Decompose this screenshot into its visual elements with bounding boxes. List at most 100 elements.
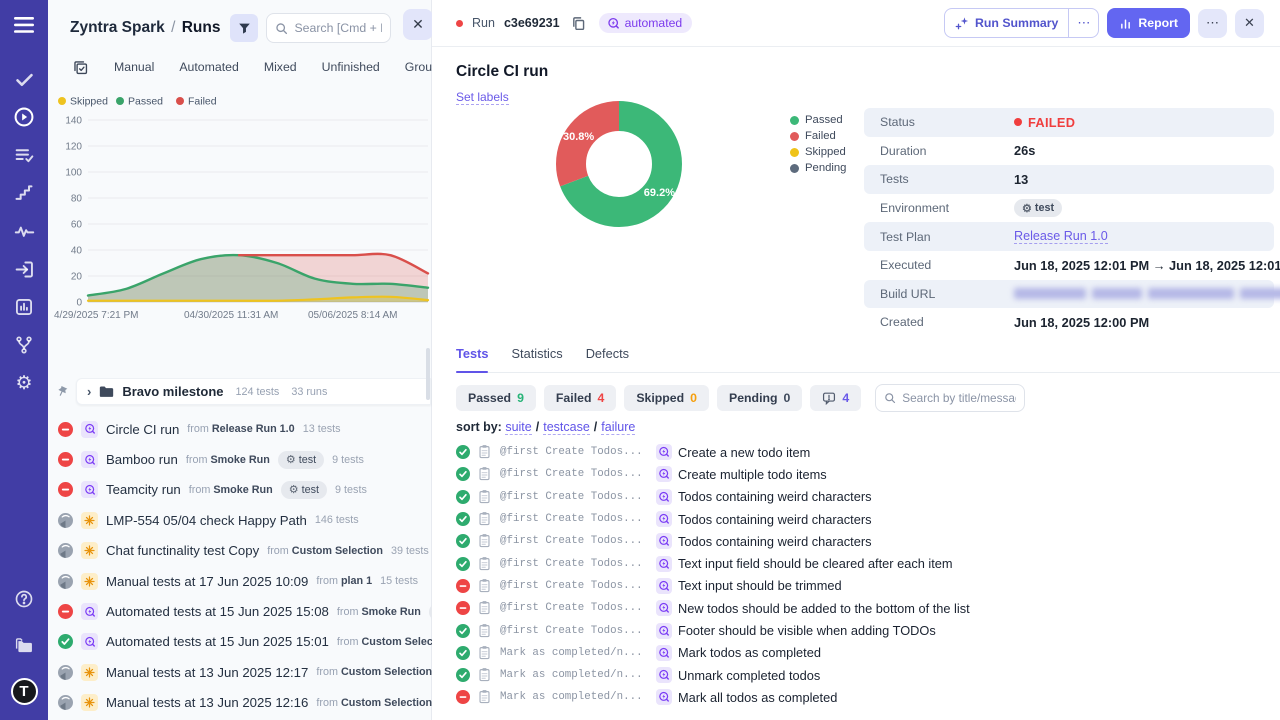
- automated-test-icon: [656, 466, 672, 482]
- legend-item-pending[interactable]: Pending: [790, 160, 846, 176]
- legend-item-skipped[interactable]: Skipped: [790, 144, 846, 160]
- app-logo[interactable]: T: [0, 672, 48, 710]
- all-runs-icon[interactable]: [72, 59, 89, 76]
- tab-tests[interactable]: Tests: [456, 346, 488, 372]
- test-row[interactable]: @first Create Todos...Text input field s…: [456, 552, 1270, 574]
- tasks-check-icon[interactable]: [0, 60, 48, 98]
- settings-gear-icon[interactable]: ⚙: [0, 364, 48, 402]
- run-list-item[interactable]: Manual tests at 13 Jun 2025 12:17from Cu…: [48, 657, 431, 687]
- test-suite: Mark as completed/n...: [500, 691, 646, 703]
- breadcrumb-project[interactable]: Zyntra Spark: [70, 19, 165, 36]
- test-row[interactable]: @first Create Todos...New todos should b…: [456, 597, 1270, 619]
- test-row[interactable]: Mark as completed/n...Mark todos as comp…: [456, 642, 1270, 664]
- test-row[interactable]: @first Create Todos...Footer should be v…: [456, 619, 1270, 641]
- run-list-item[interactable]: Manual tests at 17 Jun 2025 10:09from pl…: [48, 566, 431, 596]
- filter-chip-passed[interactable]: Passed9: [456, 385, 536, 411]
- milestone-name: Bravo milestone: [122, 384, 223, 399]
- gear-icon: ⚙: [286, 453, 296, 466]
- test-title: Todos containing weird characters: [678, 489, 871, 504]
- runs-filter-tab-unfinished[interactable]: Unfinished: [322, 60, 380, 74]
- run-source: from Custom Selection: [316, 697, 432, 709]
- filter-chip-pending[interactable]: Pending0: [717, 385, 802, 411]
- sort-by-label: sort by:: [456, 420, 502, 434]
- automated-run-icon: [81, 481, 98, 498]
- test-title: Text input field should be cleared after…: [678, 556, 953, 571]
- run-list-item[interactable]: Automated tests at 15 Jun 2025 15:01from…: [48, 627, 431, 657]
- tests-search-input[interactable]: [902, 391, 1016, 405]
- detail-label: Status: [864, 115, 1014, 129]
- sort-option-suite[interactable]: suite: [505, 420, 531, 435]
- run-list-item[interactable]: Bamboo runfrom Smoke Run⚙test9 tests: [48, 444, 431, 474]
- milestone-card[interactable]: › Bravo milestone 124 tests 33 runs: [76, 378, 431, 405]
- tab-defects[interactable]: Defects: [586, 346, 629, 372]
- sort-option-failure[interactable]: failure: [601, 420, 635, 435]
- legend-item-passed[interactable]: Passed: [790, 112, 846, 128]
- close-detail-button[interactable]: ✕: [1235, 9, 1264, 38]
- filter-chip-failed[interactable]: Failed4: [544, 385, 616, 411]
- detail-row-environment: Environment⚙test: [864, 194, 1274, 223]
- help-icon[interactable]: [0, 580, 48, 618]
- run-list-item[interactable]: LMP-554 05/04 check Happy Path146 tests: [48, 505, 431, 535]
- comments-filter-chip[interactable]: 4: [810, 385, 861, 411]
- run-summary-button[interactable]: Run Summary ⋯: [944, 8, 1099, 38]
- set-labels-link[interactable]: Set labels: [456, 90, 509, 105]
- test-status-passed-icon: [456, 512, 470, 526]
- detail-value: Jun 18, 2025 12:00 PM: [1014, 315, 1149, 330]
- import-run-icon[interactable]: [0, 250, 48, 288]
- run-title: Automated tests at 15 Jun 2025 15:08: [106, 604, 329, 619]
- copy-icon[interactable]: [571, 16, 586, 31]
- panel-close-button[interactable]: ✕: [403, 9, 433, 40]
- test-row[interactable]: @first Create Todos...Todos containing w…: [456, 508, 1270, 530]
- branches-icon[interactable]: [0, 326, 48, 364]
- runs-search-input[interactable]: [294, 21, 382, 35]
- detail-label: Tests: [864, 172, 1014, 186]
- automated-test-icon: [656, 556, 672, 572]
- test-row[interactable]: @first Create Todos...Text input should …: [456, 575, 1270, 597]
- test-row[interactable]: @first Create Todos...Create a new todo …: [456, 441, 1270, 463]
- runs-panel-header: Zyntra Spark / Runs: [48, 0, 431, 43]
- test-row[interactable]: @first Create Todos...Todos containing w…: [456, 530, 1270, 552]
- environment-badge[interactable]: ⚙test: [1014, 199, 1062, 217]
- reports-icon[interactable]: [0, 288, 48, 326]
- test-row[interactable]: @first Create Todos...Todos containing w…: [456, 486, 1270, 508]
- run-title: Circle CI run: [106, 422, 179, 437]
- run-list-item[interactable]: Chat functinality test Copyfrom Custom S…: [48, 536, 431, 566]
- legend-item-failed[interactable]: Failed: [790, 128, 846, 144]
- scrollbar-thumb[interactable]: [426, 348, 430, 400]
- test-plan-link[interactable]: Release Run 1.0: [1014, 229, 1108, 244]
- analytics-icon[interactable]: [0, 212, 48, 250]
- runs-filter-tab-manual[interactable]: Manual: [114, 60, 154, 74]
- filter-button[interactable]: [230, 14, 258, 42]
- run-list-item[interactable]: Teamcity runfrom Smoke Run⚙test9 tests: [48, 475, 431, 505]
- report-button[interactable]: Report: [1107, 8, 1190, 38]
- tab-statistics[interactable]: Statistics: [511, 346, 562, 372]
- run-list-item[interactable]: Circle CI runfrom Release Run 1.013 test…: [48, 414, 431, 444]
- test-row[interactable]: Mark as completed/n... Mark all todos as …: [456, 686, 1270, 708]
- test-row[interactable]: Mark as completed/n...Unmark completed t…: [456, 664, 1270, 686]
- automated-badge[interactable]: automated: [599, 13, 693, 33]
- sort-separator: /: [594, 420, 597, 434]
- run-list-item[interactable]: Manual tests at 13 Jun 2025 12:16from Cu…: [48, 688, 431, 718]
- more-actions-button[interactable]: ⋯: [1198, 9, 1227, 38]
- runs-play-icon[interactable]: [0, 98, 48, 136]
- filter-chip-skipped[interactable]: Skipped0: [624, 385, 709, 411]
- test-row[interactable]: @first Create Todos...Create multiple to…: [456, 463, 1270, 485]
- runs-list: › Bravo milestone 124 tests 33 runs Circ…: [48, 378, 431, 720]
- runs-filter-tab-automated[interactable]: Automated: [179, 60, 238, 74]
- pin-icon[interactable]: [54, 383, 71, 400]
- chevron-right-icon[interactable]: ›: [87, 384, 91, 399]
- milestones-icon[interactable]: [0, 174, 48, 212]
- runs-filter-tab-mixed[interactable]: Mixed: [264, 60, 297, 74]
- run-summary-more[interactable]: ⋯: [1069, 9, 1098, 37]
- projects-icon[interactable]: [0, 626, 48, 664]
- run-status-failed-icon: [58, 422, 73, 437]
- sort-option-testcase[interactable]: testcase: [543, 420, 590, 435]
- clipboard-icon: [478, 556, 494, 572]
- run-list-item[interactable]: Automated tests at 15 Jun 2025 15:08from…: [48, 596, 431, 626]
- test-title: Mark all todos as completed: [678, 690, 837, 705]
- test-plans-icon[interactable]: [0, 136, 48, 174]
- run-status-finished-icon: [58, 665, 73, 680]
- chip-label: Failed: [556, 391, 592, 405]
- menu-icon[interactable]: [0, 8, 48, 42]
- tests-search: [875, 384, 1025, 412]
